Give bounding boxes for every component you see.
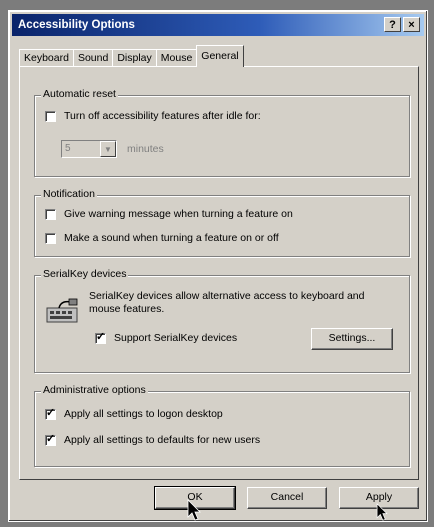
support-serialkey-checkbox[interactable] — [95, 330, 106, 344]
cancel-button[interactable]: Cancel — [247, 487, 327, 509]
turn-off-checkbox[interactable] — [45, 110, 56, 122]
tab-sound[interactable]: Sound — [72, 49, 114, 67]
warning-checkbox[interactable] — [45, 208, 56, 220]
new-users-label: Apply all settings to defaults for new u… — [64, 434, 261, 446]
general-tab-panel: Automatic reset Turn off accessibility f… — [19, 66, 419, 480]
new-users-row[interactable]: Apply all settings to defaults for new u… — [45, 432, 261, 446]
accessibility-options-dialog: Accessibility Options ? × Keyboard Sound… — [8, 10, 428, 522]
tab-display[interactable]: Display — [112, 49, 157, 67]
tab-strip: Keyboard Sound Display Mouse General — [19, 45, 244, 67]
tab-keyboard[interactable]: Keyboard — [19, 49, 74, 67]
automatic-reset-group: Automatic reset Turn off accessibility f… — [34, 88, 410, 177]
administrative-options-label: Administrative options — [41, 384, 148, 396]
mouse-pointer-icon — [187, 499, 201, 521]
tab-mouse[interactable]: Mouse — [155, 49, 198, 67]
serialkey-group: SerialKey devices SerialKey devices allo… — [34, 268, 410, 373]
notification-label: Notification — [41, 188, 97, 200]
serialkey-device-icon — [46, 298, 78, 323]
turn-off-row[interactable]: Turn off accessibility features after id… — [45, 110, 261, 122]
automatic-reset-label: Automatic reset — [41, 88, 118, 100]
sound-label: Make a sound when turning a feature on o… — [64, 232, 279, 244]
tab-general[interactable]: General — [196, 45, 244, 67]
turn-off-label: Turn off accessibility features after id… — [64, 110, 261, 122]
administrative-options-group: Administrative options Apply all setting… — [34, 384, 410, 467]
close-button[interactable]: × — [403, 17, 420, 32]
support-serialkey-row[interactable]: Support SerialKey devices — [95, 330, 238, 344]
logon-desktop-checkbox[interactable] — [45, 406, 56, 420]
mouse-pointer-icon — [376, 503, 388, 521]
warning-label: Give warning message when turning a feat… — [64, 208, 293, 220]
serialkey-description: SerialKey devices allow alternative acce… — [89, 290, 365, 315]
minutes-value[interactable]: 5 — [62, 141, 100, 157]
help-button[interactable]: ? — [384, 17, 401, 32]
logon-desktop-row[interactable]: Apply all settings to logon desktop — [45, 406, 223, 420]
support-serialkey-label: Support SerialKey devices — [114, 332, 238, 344]
logon-desktop-label: Apply all settings to logon desktop — [64, 408, 223, 420]
title-buttons: ? × — [384, 17, 420, 32]
notification-group: Notification Give warning message when t… — [34, 188, 410, 257]
title-bar[interactable]: Accessibility Options ? × — [12, 14, 424, 36]
sound-checkbox[interactable] — [45, 232, 56, 244]
settings-button[interactable]: Settings... — [311, 328, 393, 350]
minutes-spinner[interactable]: 5 ▼ — [61, 140, 117, 158]
minutes-label: minutes — [127, 143, 164, 155]
warning-row[interactable]: Give warning message when turning a feat… — [45, 208, 293, 220]
new-users-checkbox[interactable] — [45, 432, 56, 446]
serialkey-label: SerialKey devices — [41, 268, 129, 280]
sound-row[interactable]: Make a sound when turning a feature on o… — [45, 232, 279, 244]
chevron-down-icon[interactable]: ▼ — [100, 141, 116, 157]
window-title: Accessibility Options — [18, 19, 135, 31]
